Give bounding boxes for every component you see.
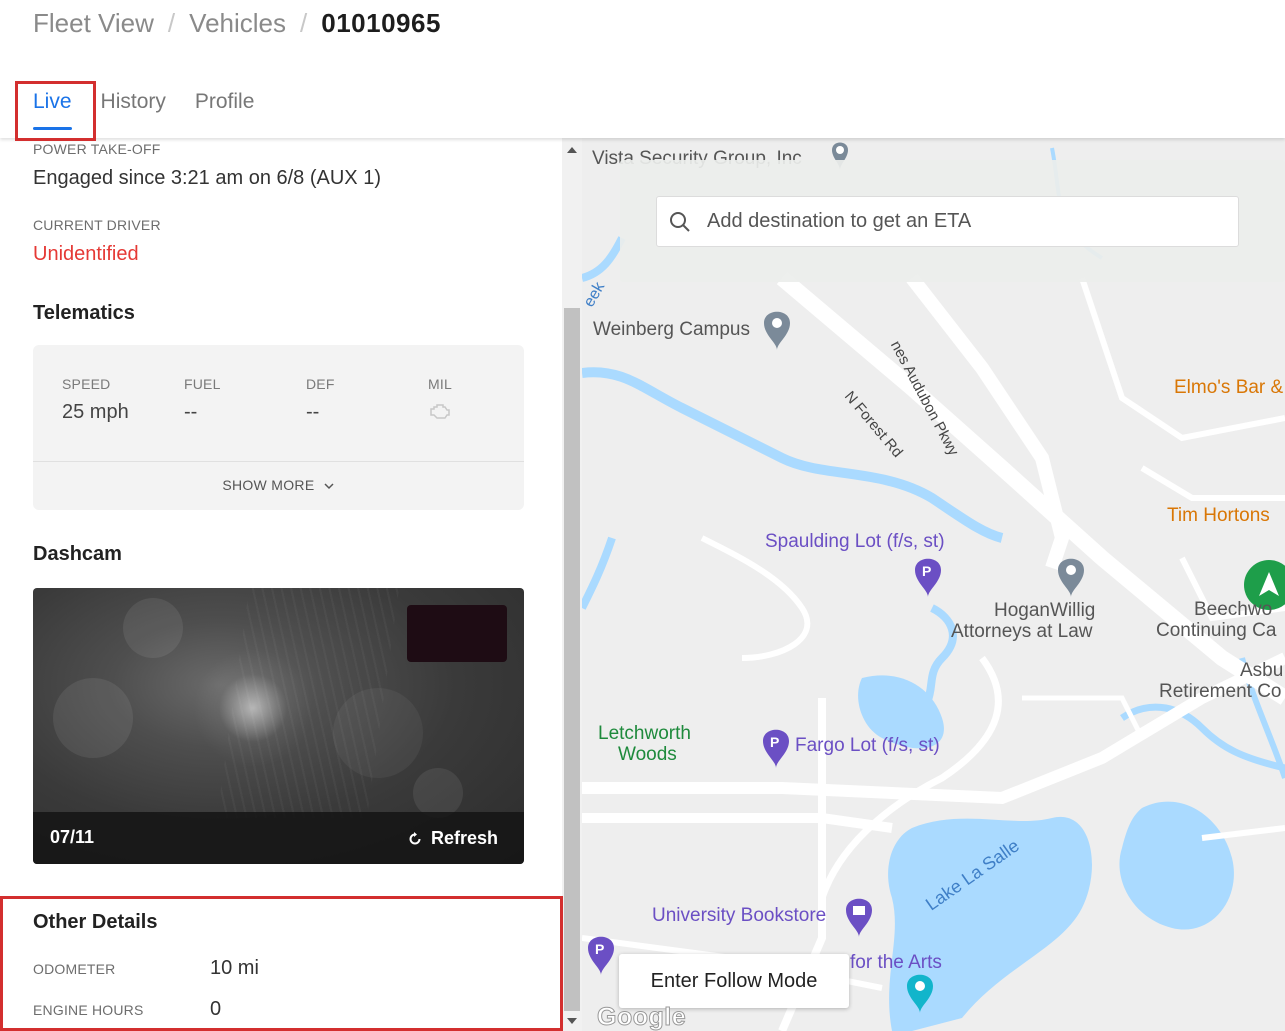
parking-pin-icon[interactable]: P — [915, 558, 941, 597]
tab-live[interactable]: Live — [33, 90, 72, 130]
pto-value: Engaged since 3:21 am on 6/8 (AUX 1) — [33, 167, 381, 189]
map-label: Spaulding Lot (f/s, st) — [765, 531, 945, 552]
map-label: University Bookstore — [652, 905, 827, 926]
map-label: Retirement Co — [1159, 681, 1282, 702]
driver-label: CURRENT DRIVER — [33, 217, 161, 233]
dashcam-image[interactable]: 07/11 Refresh — [33, 588, 524, 864]
search-icon — [670, 211, 690, 232]
poi-pin-icon[interactable] — [1058, 558, 1084, 597]
svg-text:P: P — [922, 563, 931, 579]
map-label: for the Arts — [850, 952, 942, 973]
scroll-down-icon[interactable] — [567, 1018, 577, 1024]
dashcam-blur — [123, 598, 183, 658]
map-label: Letchworth — [598, 723, 691, 744]
map-label: Elmo's Bar & — [1174, 377, 1284, 398]
divider — [33, 461, 524, 462]
map-view[interactable]: P P P Vista Security Group, Inc eek Wein… — [582, 138, 1285, 1031]
map-label: Continuing Ca — [1156, 620, 1277, 641]
dashcam-title: Dashcam — [33, 543, 122, 565]
map-label: Attorneys at Law — [951, 621, 1093, 642]
map-label: Woods — [618, 744, 677, 765]
svg-text:P: P — [595, 941, 604, 957]
metric-label: MIL — [428, 376, 452, 392]
breadcrumb-separator: / — [300, 8, 308, 38]
breadcrumb-separator: / — [167, 8, 176, 38]
refresh-icon — [409, 831, 421, 844]
dashcam-date: 07/11 — [50, 827, 95, 847]
odometer-label: ODOMETER — [33, 961, 116, 977]
map-label: Fargo Lot (f/s, st) — [795, 735, 940, 756]
telematics-title: Telematics — [33, 302, 135, 324]
chevron-down-icon — [324, 483, 334, 490]
telematics-card: SPEED 25 mph FUEL -- DEF -- MIL SHOW MOR… — [33, 345, 524, 510]
destination-search-input[interactable] — [707, 210, 1227, 233]
map-label: Tim Hortons — [1167, 505, 1270, 526]
tab-profile[interactable]: Profile — [195, 90, 255, 130]
parking-pin-icon[interactable]: P — [763, 729, 789, 768]
metric-value: -- — [306, 401, 320, 423]
metric-mil: MIL — [428, 376, 550, 426]
scrollbar[interactable] — [562, 138, 582, 1031]
dashcam-overlay — [407, 605, 507, 662]
scroll-thumb[interactable] — [564, 308, 580, 1011]
pto-label: POWER TAKE-OFF — [33, 141, 161, 157]
metric-value: 25 mph — [62, 401, 129, 423]
map-search-panel — [620, 160, 1285, 282]
tab-bar: Live History Profile — [33, 90, 283, 130]
breadcrumb-vehicles[interactable]: Vehicles — [189, 8, 286, 39]
scroll-up-icon[interactable] — [567, 147, 577, 153]
engine-icon — [428, 402, 550, 426]
map-label: Beechwo — [1194, 599, 1273, 620]
breadcrumb-fleet-view[interactable]: Fleet View — [33, 8, 154, 39]
other-details-title: Other Details — [33, 911, 158, 933]
engine-hours-value: 0 — [210, 998, 222, 1020]
shopping-pin-icon[interactable] — [846, 898, 872, 937]
metric-label: FUEL — [184, 376, 221, 392]
metric-speed: SPEED 25 mph — [62, 376, 184, 426]
show-more-button[interactable]: SHOW MORE — [33, 477, 524, 493]
show-more-label: SHOW MORE — [222, 477, 315, 493]
destination-search-box[interactable] — [656, 196, 1239, 247]
dashcam-footer: 07/11 Refresh — [33, 812, 524, 864]
dashcam-light — [193, 648, 313, 768]
parking-pin-icon[interactable]: P — [588, 936, 614, 975]
odometer-value: 10 mi — [210, 957, 259, 979]
poi-pin-icon[interactable] — [764, 311, 790, 350]
page-header: Fleet View / Vehicles / 01010965 Live Hi… — [0, 0, 1285, 138]
enter-follow-mode-button[interactable]: Enter Follow Mode — [619, 954, 849, 1008]
page-title: 01010965 — [321, 8, 441, 38]
dashcam-blur — [53, 678, 133, 758]
telematics-metrics: SPEED 25 mph FUEL -- DEF -- MIL — [62, 376, 550, 426]
metric-label: DEF — [306, 376, 335, 392]
metric-def: DEF -- — [306, 376, 428, 426]
breadcrumb: Fleet View / Vehicles / 01010965 — [33, 8, 441, 39]
dashcam-blur — [413, 768, 463, 818]
svg-text:P: P — [770, 734, 779, 750]
google-logo: Google — [596, 1003, 687, 1031]
refresh-button[interactable]: Refresh — [408, 828, 498, 849]
metric-value: -- — [184, 401, 198, 423]
vehicle-details-panel: POWER TAKE-OFF Engaged since 3:21 am on … — [0, 138, 562, 1031]
metric-fuel: FUEL -- — [184, 376, 306, 426]
map-label: HoganWillig — [994, 600, 1096, 621]
tab-history[interactable]: History — [101, 90, 166, 130]
driver-value[interactable]: Unidentified — [33, 243, 139, 266]
engine-hours-label: ENGINE HOURS — [33, 1002, 144, 1018]
refresh-label: Refresh — [430, 828, 498, 848]
metric-label: SPEED — [62, 376, 111, 392]
map-label: Asbu — [1240, 660, 1284, 681]
map-label: Weinberg Campus — [593, 319, 751, 340]
